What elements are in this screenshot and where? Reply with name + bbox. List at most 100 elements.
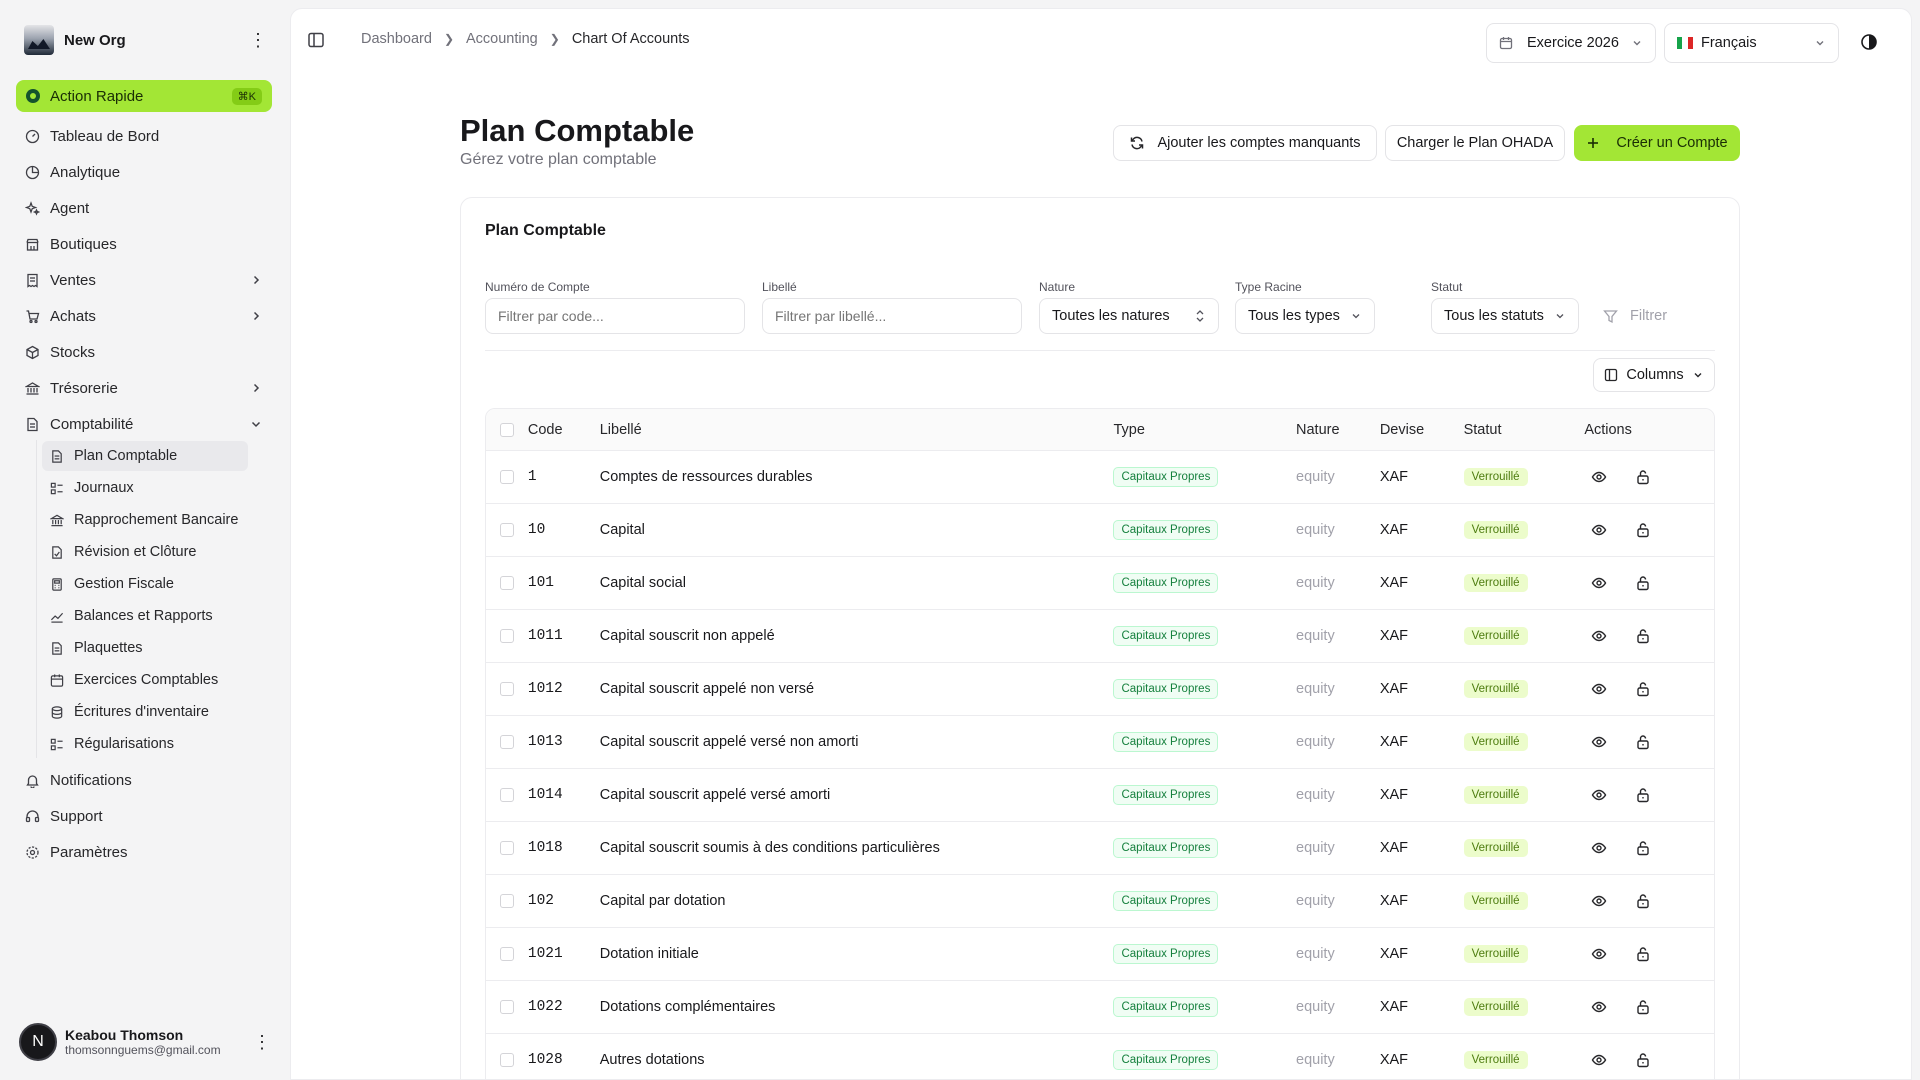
sidebar-item-agent[interactable]: Agent bbox=[16, 192, 272, 224]
view-icon[interactable] bbox=[1590, 733, 1608, 751]
submenu-item-gestion-fiscale[interactable]: Gestion Fiscale bbox=[42, 569, 248, 599]
unlock-icon[interactable] bbox=[1634, 892, 1652, 910]
submenu-item-rapprochement-bancaire[interactable]: Rapprochement Bancaire bbox=[42, 505, 248, 535]
unlock-icon[interactable] bbox=[1634, 839, 1652, 857]
row-checkbox[interactable] bbox=[499, 1000, 514, 1014]
row-checkbox[interactable] bbox=[499, 735, 514, 749]
unlock-icon[interactable] bbox=[1634, 574, 1652, 592]
sidebar-item-stocks[interactable]: Stocks bbox=[16, 336, 272, 368]
table-row[interactable]: 1 Comptes de ressources durables Capitaux … bbox=[486, 451, 1714, 504]
header-statut[interactable]: Statut bbox=[1464, 422, 1585, 438]
submenu-item-regularisations[interactable]: Régularisations bbox=[42, 729, 248, 759]
filter-button[interactable]: Filtrer bbox=[1603, 298, 1667, 334]
unlock-icon[interactable] bbox=[1634, 945, 1652, 963]
header-code[interactable]: Code bbox=[528, 422, 600, 438]
breadcrumb-dashboard[interactable]: Dashboard bbox=[361, 31, 432, 47]
sidebar-item-analytique[interactable]: Analytique bbox=[16, 156, 272, 188]
cell-code: 1018 bbox=[527, 840, 563, 856]
libelle-filter-input[interactable] bbox=[762, 298, 1022, 334]
sidebar-item-support[interactable]: Support bbox=[16, 800, 272, 832]
row-checkbox[interactable] bbox=[499, 470, 514, 484]
sidebar-item-achats[interactable]: Achats bbox=[16, 300, 272, 332]
header-nature[interactable]: Nature bbox=[1296, 422, 1380, 438]
user-menu[interactable]: N Keabou Thomson thomsonnguems@gmail.com… bbox=[16, 1020, 272, 1064]
view-icon[interactable] bbox=[1590, 468, 1608, 486]
unlock-icon[interactable] bbox=[1634, 733, 1652, 751]
select-all-checkbox[interactable] bbox=[499, 422, 514, 437]
type-select[interactable]: Tous les types bbox=[1235, 298, 1375, 334]
org-switcher[interactable]: New Org ⋮ bbox=[16, 20, 268, 60]
row-checkbox[interactable] bbox=[499, 947, 514, 961]
table-row[interactable]: 1018 Capital souscrit soumis à des condit… bbox=[486, 822, 1714, 875]
table-row[interactable]: 102 Capital par dotation Capitaux Propres e… bbox=[486, 875, 1714, 928]
table-row[interactable]: 1028 Autres dotations Capitaux Propres equi… bbox=[486, 1034, 1714, 1079]
sidebar-item-tresorerie[interactable]: Trésorerie bbox=[16, 372, 272, 404]
cell-devise: XAF bbox=[1379, 469, 1409, 485]
sidebar-item-comptabilite[interactable]: Comptabilité bbox=[16, 408, 272, 440]
nature-select[interactable]: Toutes les natures bbox=[1039, 298, 1219, 334]
code-filter-input[interactable] bbox=[485, 298, 745, 334]
row-checkbox[interactable] bbox=[499, 523, 514, 537]
unlock-icon[interactable] bbox=[1634, 998, 1652, 1016]
header-libelle[interactable]: Libellé bbox=[600, 422, 1114, 438]
header-type[interactable]: Type bbox=[1113, 422, 1296, 438]
submenu-item-journaux[interactable]: Journaux bbox=[42, 473, 248, 503]
sidebar-item-parametres[interactable]: Paramètres bbox=[16, 836, 272, 868]
submenu-item-ecritures-d-inventaire[interactable]: Écritures d'inventaire bbox=[42, 697, 248, 727]
sidebar-item-notifications[interactable]: Notifications bbox=[16, 764, 272, 796]
unlock-icon[interactable] bbox=[1634, 521, 1652, 539]
unlock-icon[interactable] bbox=[1634, 1051, 1652, 1069]
add-missing-accounts-button[interactable]: Ajouter les comptes manquants bbox=[1113, 125, 1377, 161]
table-row[interactable]: 1011 Capital souscrit non appelé Capitaux … bbox=[486, 610, 1714, 663]
unlock-icon[interactable] bbox=[1634, 786, 1652, 804]
table-row[interactable]: 1014 Capital souscrit appelé versé amorti… bbox=[486, 769, 1714, 822]
submenu-item-revision-et-cloture[interactable]: Révision et Clôture bbox=[42, 537, 248, 567]
sidebar-item-boutiques[interactable]: Boutiques bbox=[16, 228, 272, 260]
row-checkbox[interactable] bbox=[499, 629, 514, 643]
header-devise[interactable]: Devise bbox=[1380, 422, 1464, 438]
unlock-icon[interactable] bbox=[1634, 627, 1652, 645]
row-checkbox[interactable] bbox=[499, 788, 514, 802]
table-row[interactable]: 101 Capital social Capitaux Propres equity X… bbox=[486, 557, 1714, 610]
load-ohada-button[interactable]: Charger le Plan OHADA bbox=[1385, 125, 1565, 161]
row-checkbox[interactable] bbox=[499, 682, 514, 696]
table-row[interactable]: 1013 Capital souscrit appelé versé non am… bbox=[486, 716, 1714, 769]
table-row[interactable]: 1021 Dotation initiale Capitaux Propres equ… bbox=[486, 928, 1714, 981]
org-menu-icon[interactable]: ⋮ bbox=[248, 31, 268, 49]
columns-button[interactable]: Columns bbox=[1593, 358, 1715, 392]
submenu-item-plaquettes[interactable]: Plaquettes bbox=[42, 633, 248, 663]
language-select[interactable]: Français bbox=[1664, 23, 1839, 63]
submenu-item-exercices-comptables[interactable]: Exercices Comptables bbox=[42, 665, 248, 695]
table-row[interactable]: 1012 Capital souscrit appelé non versé Cap… bbox=[486, 663, 1714, 716]
unlock-icon[interactable] bbox=[1634, 468, 1652, 486]
quick-action-button[interactable]: Action Rapide ⌘K bbox=[16, 80, 272, 112]
breadcrumb-accounting[interactable]: Accounting bbox=[466, 31, 538, 47]
view-icon[interactable] bbox=[1590, 945, 1608, 963]
unlock-icon[interactable] bbox=[1634, 680, 1652, 698]
view-icon[interactable] bbox=[1590, 892, 1608, 910]
table-row[interactable]: 1022 Dotations complémentaires Capitaux Pr… bbox=[486, 981, 1714, 1034]
view-icon[interactable] bbox=[1590, 627, 1608, 645]
status-select[interactable]: Tous les statuts bbox=[1431, 298, 1579, 334]
view-icon[interactable] bbox=[1590, 1051, 1608, 1069]
user-menu-icon[interactable]: ⋮ bbox=[252, 1033, 272, 1051]
row-checkbox[interactable] bbox=[499, 576, 514, 590]
submenu-item-plan-comptable[interactable]: Plan Comptable bbox=[42, 441, 248, 471]
fiscal-year-select[interactable]: Exercice 2026 bbox=[1486, 23, 1656, 63]
submenu-item-balances-et-rapports[interactable]: Balances et Rapports bbox=[42, 601, 248, 631]
create-account-button[interactable]: Créer un Compte bbox=[1574, 125, 1740, 161]
row-checkbox[interactable] bbox=[499, 841, 514, 855]
view-icon[interactable] bbox=[1590, 680, 1608, 698]
row-checkbox[interactable] bbox=[499, 1053, 514, 1067]
view-icon[interactable] bbox=[1590, 998, 1608, 1016]
view-icon[interactable] bbox=[1590, 521, 1608, 539]
view-icon[interactable] bbox=[1590, 839, 1608, 857]
row-checkbox[interactable] bbox=[499, 894, 514, 908]
table-row[interactable]: 10 Capital Capitaux Propres equity XAF Verrou… bbox=[486, 504, 1714, 557]
theme-toggle-icon[interactable] bbox=[1860, 33, 1878, 51]
view-icon[interactable] bbox=[1590, 786, 1608, 804]
view-icon[interactable] bbox=[1590, 574, 1608, 592]
sidebar-toggle-icon[interactable] bbox=[307, 31, 325, 49]
sidebar-item-tableau-de-bord[interactable]: Tableau de Bord bbox=[16, 120, 272, 152]
sidebar-item-ventes[interactable]: Ventes bbox=[16, 264, 272, 296]
